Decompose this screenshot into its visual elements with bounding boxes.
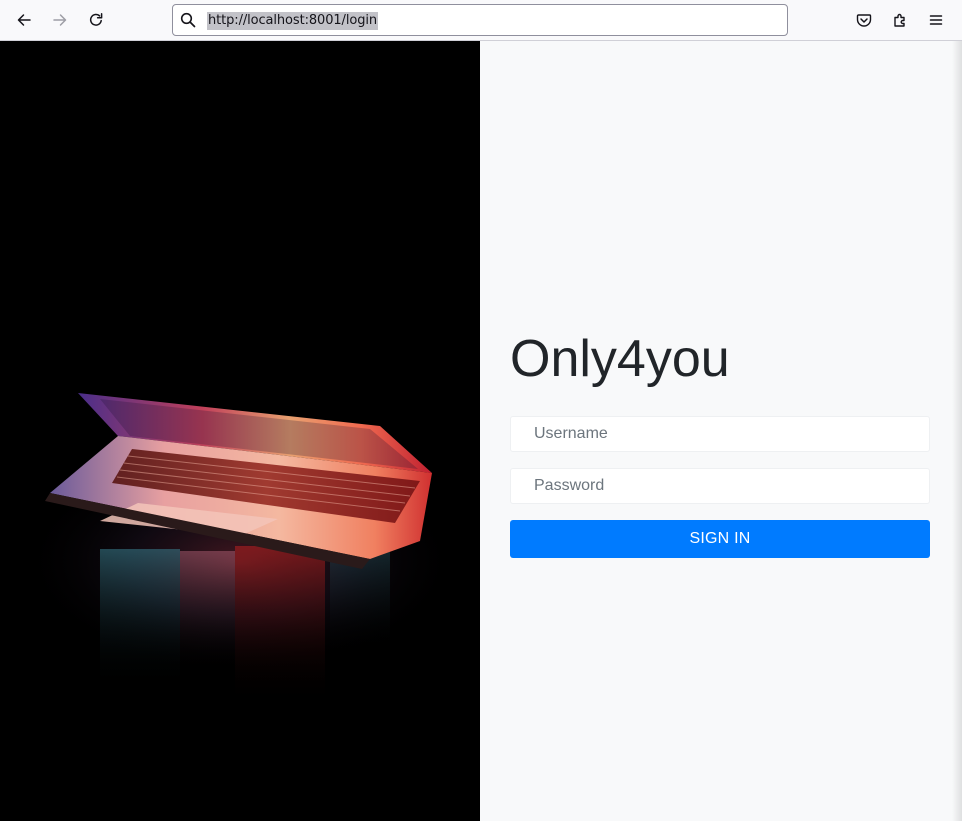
brand-title: Only4you (510, 330, 730, 388)
url-text[interactable]: http://localhost:8001/login (207, 12, 378, 30)
sign-in-button[interactable]: SIGN IN (510, 520, 930, 558)
password-input[interactable] (510, 468, 930, 504)
puzzle-icon (894, 13, 905, 27)
username-input[interactable] (510, 416, 930, 452)
address-bar[interactable]: http://localhost:8001/login (172, 4, 788, 36)
laptop-illustration (0, 41, 480, 821)
login-page: Only4you SIGN IN (0, 41, 962, 821)
scrollbar-edge (952, 41, 962, 821)
back-button[interactable] (10, 6, 38, 34)
sign-in-label: SIGN IN (689, 530, 751, 547)
menu-button[interactable] (922, 6, 950, 34)
forward-button[interactable] (46, 6, 74, 34)
extensions-button[interactable] (886, 6, 914, 34)
login-panel: Only4you SIGN IN (480, 41, 962, 821)
laptop-hero-image (0, 41, 480, 821)
pocket-button[interactable] (850, 6, 878, 34)
reload-button[interactable] (82, 6, 110, 34)
pocket-icon (856, 14, 872, 27)
browser-toolbar: http://localhost:8001/login (0, 0, 962, 41)
search-icon (180, 12, 196, 28)
hamburger-menu-icon (929, 15, 943, 25)
arrow-right-icon (53, 14, 67, 26)
reload-icon (89, 13, 103, 26)
arrow-left-icon (17, 14, 31, 26)
